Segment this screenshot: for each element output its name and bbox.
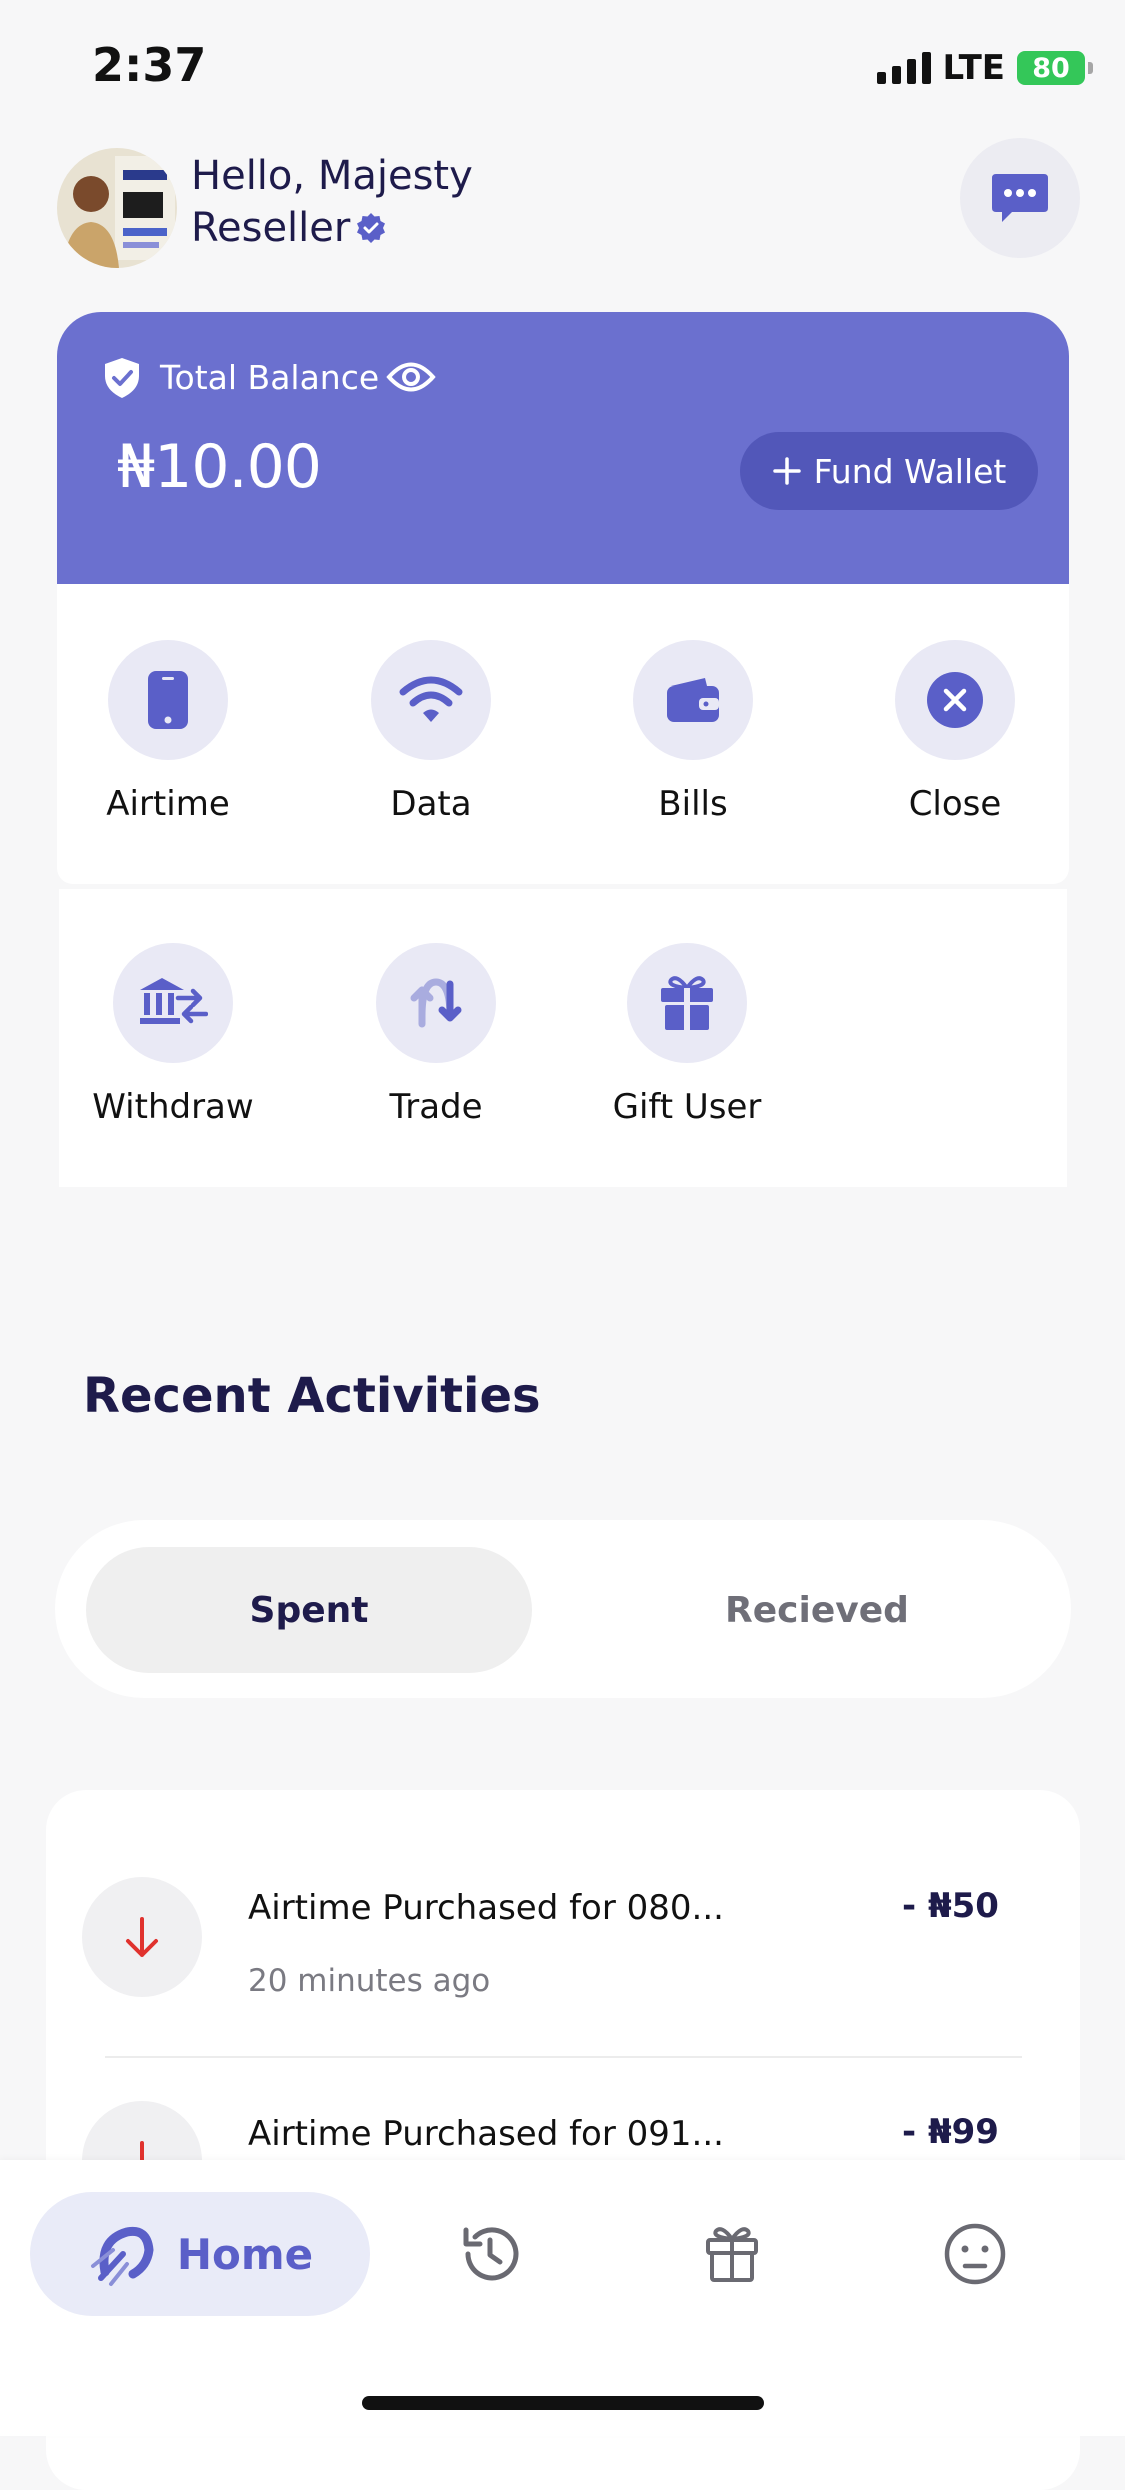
- action-label: Data: [390, 784, 472, 824]
- activity-amount: - ₦99: [902, 2112, 999, 2152]
- messages-button[interactable]: [960, 138, 1080, 258]
- profile-icon: [944, 2223, 1006, 2285]
- close-icon: [927, 672, 983, 728]
- gift-icon: [661, 976, 713, 1030]
- user-role: Reseller: [191, 202, 386, 254]
- eye-icon[interactable]: [386, 358, 436, 396]
- status-time: 2:37: [92, 38, 207, 92]
- battery-level: 80: [1032, 52, 1070, 84]
- tab-spent[interactable]: Spent: [86, 1547, 532, 1673]
- action-bills[interactable]: Bills: [593, 640, 793, 824]
- action-withdraw[interactable]: Withdraw: [73, 943, 273, 1127]
- trade-icon: [410, 978, 462, 1028]
- home-indicator: [362, 2396, 764, 2410]
- greeting: Hello, Majesty: [191, 153, 473, 199]
- action-label: Bills: [658, 784, 728, 824]
- action-label: Gift User: [612, 1087, 762, 1127]
- fund-wallet-label: Fund Wallet: [813, 451, 1007, 491]
- arrow-down-icon: [126, 1917, 158, 1957]
- signal-icon: [876, 52, 931, 84]
- action-label: Airtime: [106, 784, 230, 824]
- balance-amount: ₦10.00: [117, 432, 322, 502]
- nav-history[interactable]: [455, 2219, 525, 2289]
- balance-label: Total Balance: [160, 358, 380, 397]
- debit-arrow-badge: [82, 1877, 202, 1997]
- shield-check-icon: [105, 358, 139, 398]
- activity-title[interactable]: Airtime Purchased for 091...: [248, 2114, 724, 2154]
- status-indicators: LTE 80: [876, 48, 1093, 88]
- nav-home[interactable]: Home: [30, 2192, 370, 2316]
- avatar[interactable]: [57, 148, 177, 268]
- home-rocket-icon: [90, 2226, 154, 2286]
- bank-transfer-icon: [140, 978, 208, 1024]
- section-title-recent: Recent Activities: [83, 1368, 541, 1424]
- fund-wallet-button[interactable]: Fund Wallet: [740, 432, 1038, 510]
- action-label: Trade: [389, 1087, 483, 1127]
- phone-icon: [148, 671, 188, 729]
- nav-home-label: Home: [176, 2229, 314, 2279]
- history-icon: [463, 2227, 519, 2281]
- wifi-icon: [399, 676, 463, 722]
- action-close[interactable]: Close: [855, 640, 1055, 824]
- nav-rewards[interactable]: [697, 2219, 767, 2289]
- action-airtime[interactable]: Airtime: [68, 640, 268, 824]
- wallet-icon: [667, 678, 719, 722]
- divider: [105, 2056, 1022, 2058]
- plus-icon: [772, 457, 801, 485]
- gift-icon: [706, 2227, 758, 2282]
- action-label: Withdraw: [92, 1087, 254, 1127]
- action-data[interactable]: Data: [331, 640, 531, 824]
- tab-received[interactable]: Recieved: [590, 1547, 1044, 1673]
- chat-icon: [992, 174, 1048, 222]
- role-label: Reseller: [191, 205, 351, 251]
- activity-time: 20 minutes ago: [248, 1963, 491, 1999]
- nav-profile[interactable]: [940, 2219, 1010, 2289]
- activity-title[interactable]: Airtime Purchased for 080...: [248, 1888, 724, 1928]
- action-gift-user[interactable]: Gift User: [587, 943, 787, 1127]
- verified-icon: [357, 213, 386, 243]
- action-trade[interactable]: Trade: [336, 943, 536, 1127]
- network-type: LTE: [942, 48, 1005, 88]
- action-label: Close: [908, 784, 1002, 824]
- activity-amount: - ₦50: [902, 1886, 999, 1926]
- battery-icon: 80: [1017, 51, 1093, 85]
